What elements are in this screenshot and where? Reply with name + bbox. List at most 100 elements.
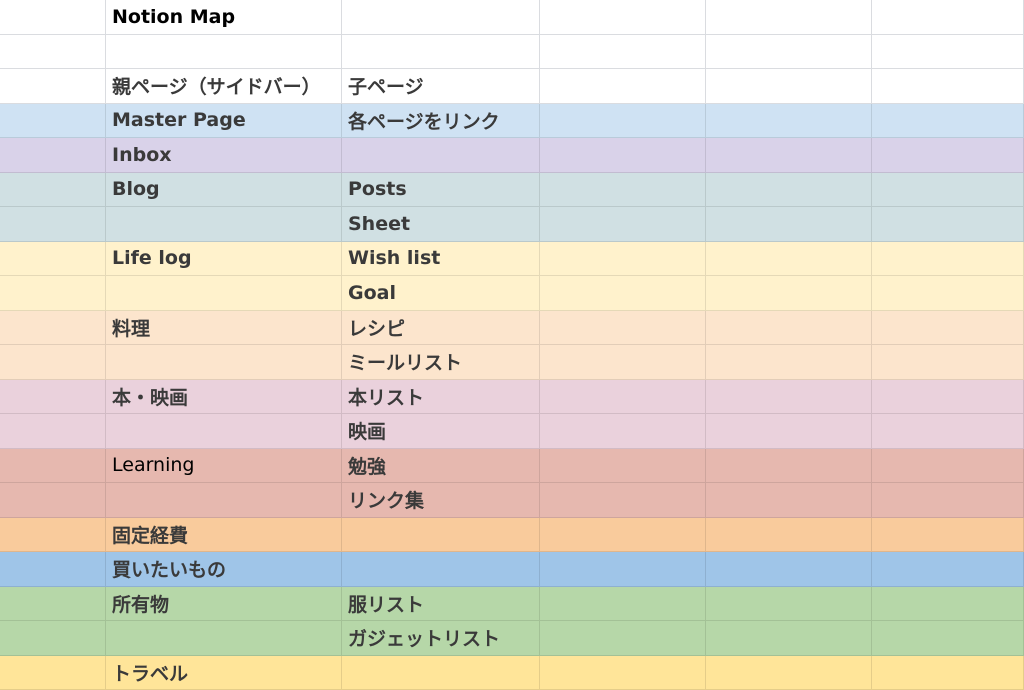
empty-cell[interactable] <box>706 586 872 621</box>
row-number-cell[interactable] <box>0 586 106 621</box>
parent-page-cell[interactable]: Master Page <box>106 103 342 138</box>
child-page-cell[interactable]: 各ページをリンク <box>342 103 540 138</box>
cell-f1[interactable] <box>872 0 1024 35</box>
parent-page-cell[interactable]: 所有物 <box>106 586 342 621</box>
cell-e1[interactable] <box>706 0 872 35</box>
parent-page-cell[interactable] <box>106 414 342 449</box>
parent-page-cell[interactable] <box>106 621 342 656</box>
empty-cell[interactable] <box>540 483 706 518</box>
cell-a1[interactable] <box>0 0 106 35</box>
parent-page-cell[interactable]: 買いたいもの <box>106 552 342 587</box>
row-number-cell[interactable] <box>0 310 106 345</box>
empty-cell[interactable] <box>872 103 1024 138</box>
parent-page-cell[interactable] <box>106 483 342 518</box>
cell-a3[interactable] <box>0 69 106 104</box>
row-number-cell[interactable] <box>0 517 106 552</box>
row-number-cell[interactable] <box>0 552 106 587</box>
row-number-cell[interactable] <box>0 172 106 207</box>
empty-cell[interactable] <box>540 241 706 276</box>
row-number-cell[interactable] <box>0 655 106 690</box>
empty-cell[interactable] <box>706 207 872 242</box>
empty-cell[interactable] <box>872 379 1024 414</box>
empty-cell[interactable] <box>540 138 706 173</box>
empty-cell[interactable] <box>706 655 872 690</box>
child-page-cell[interactable]: ミールリスト <box>342 345 540 380</box>
empty-cell[interactable] <box>872 621 1024 656</box>
empty-cell[interactable] <box>872 655 1024 690</box>
row-number-cell[interactable] <box>0 483 106 518</box>
empty-cell[interactable] <box>872 172 1024 207</box>
child-page-cell[interactable]: ガジェットリスト <box>342 621 540 656</box>
row-number-cell[interactable] <box>0 379 106 414</box>
empty-cell[interactable] <box>706 414 872 449</box>
empty-cell[interactable] <box>540 103 706 138</box>
parent-page-cell[interactable]: トラベル <box>106 655 342 690</box>
child-page-cell[interactable]: Goal <box>342 276 540 311</box>
empty-cell[interactable] <box>706 310 872 345</box>
empty-cell[interactable] <box>706 241 872 276</box>
parent-page-cell[interactable]: Learning <box>106 448 342 483</box>
empty-cell[interactable] <box>872 138 1024 173</box>
row-number-cell[interactable] <box>0 103 106 138</box>
cell-d2[interactable] <box>540 34 706 69</box>
child-page-cell[interactable] <box>342 517 540 552</box>
empty-cell[interactable] <box>872 310 1024 345</box>
empty-cell[interactable] <box>706 103 872 138</box>
empty-cell[interactable] <box>540 310 706 345</box>
parent-page-cell[interactable] <box>106 276 342 311</box>
empty-cell[interactable] <box>540 655 706 690</box>
empty-cell[interactable] <box>872 517 1024 552</box>
cell-f2[interactable] <box>872 34 1024 69</box>
empty-cell[interactable] <box>706 138 872 173</box>
parent-page-cell[interactable]: Life log <box>106 241 342 276</box>
parent-page-cell[interactable]: Inbox <box>106 138 342 173</box>
empty-cell[interactable] <box>540 276 706 311</box>
empty-cell[interactable] <box>872 207 1024 242</box>
empty-cell[interactable] <box>872 414 1024 449</box>
row-number-cell[interactable] <box>0 138 106 173</box>
child-page-cell[interactable] <box>342 655 540 690</box>
empty-cell[interactable] <box>706 276 872 311</box>
child-page-cell[interactable] <box>342 138 540 173</box>
row-number-cell[interactable] <box>0 241 106 276</box>
child-page-cell[interactable] <box>342 552 540 587</box>
cell-f3[interactable] <box>872 69 1024 104</box>
empty-cell[interactable] <box>540 552 706 587</box>
empty-cell[interactable] <box>706 552 872 587</box>
parent-page-cell[interactable]: 本・映画 <box>106 379 342 414</box>
header-child-cell[interactable]: 子ページ <box>342 69 540 104</box>
empty-cell[interactable] <box>872 345 1024 380</box>
parent-page-cell[interactable]: Blog <box>106 172 342 207</box>
child-page-cell[interactable]: Wish list <box>342 241 540 276</box>
parent-page-cell[interactable]: 料理 <box>106 310 342 345</box>
empty-cell[interactable] <box>872 276 1024 311</box>
cell-b2[interactable] <box>106 34 342 69</box>
empty-cell[interactable] <box>540 517 706 552</box>
child-page-cell[interactable]: Posts <box>342 172 540 207</box>
cell-c2[interactable] <box>342 34 540 69</box>
cell-d3[interactable] <box>540 69 706 104</box>
empty-cell[interactable] <box>706 517 872 552</box>
empty-cell[interactable] <box>540 207 706 242</box>
row-number-cell[interactable] <box>0 207 106 242</box>
parent-page-cell[interactable] <box>106 345 342 380</box>
empty-cell[interactable] <box>706 379 872 414</box>
cell-d1[interactable] <box>540 0 706 35</box>
empty-cell[interactable] <box>872 552 1024 587</box>
empty-cell[interactable] <box>540 414 706 449</box>
empty-cell[interactable] <box>872 448 1024 483</box>
empty-cell[interactable] <box>540 345 706 380</box>
row-number-cell[interactable] <box>0 276 106 311</box>
child-page-cell[interactable]: レシピ <box>342 310 540 345</box>
child-page-cell[interactable]: 勉強 <box>342 448 540 483</box>
row-number-cell[interactable] <box>0 448 106 483</box>
row-number-cell[interactable] <box>0 621 106 656</box>
empty-cell[interactable] <box>540 586 706 621</box>
empty-cell[interactable] <box>706 483 872 518</box>
child-page-cell[interactable]: 本リスト <box>342 379 540 414</box>
empty-cell[interactable] <box>706 172 872 207</box>
child-page-cell[interactable]: 服リスト <box>342 586 540 621</box>
cell-e3[interactable] <box>706 69 872 104</box>
parent-page-cell[interactable] <box>106 207 342 242</box>
empty-cell[interactable] <box>872 241 1024 276</box>
